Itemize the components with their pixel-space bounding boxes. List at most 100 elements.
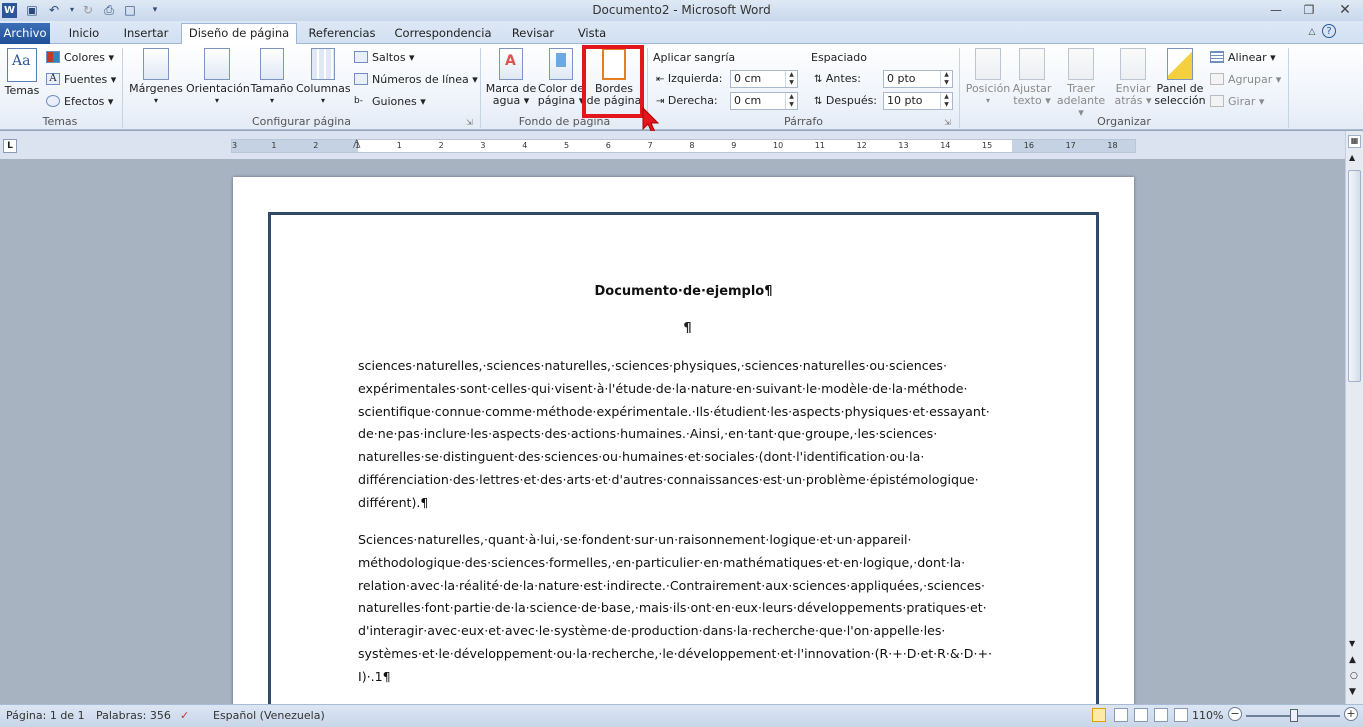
tab-inicio[interactable]: Inicio: [60, 24, 108, 44]
effects-button[interactable]: Efectos ▾: [46, 93, 113, 111]
document-title[interactable]: Documento·de·ejemplo¶: [233, 284, 1134, 299]
align-button[interactable]: Alinear ▾: [1210, 49, 1276, 67]
line-numbers-button[interactable]: Números de línea ▾: [354, 71, 478, 89]
size-icon: [260, 48, 284, 80]
tab-insertar[interactable]: Insertar: [118, 24, 174, 44]
align-icon: [1210, 51, 1224, 63]
minimize-icon[interactable]: —: [1264, 2, 1288, 18]
spacing-after-input[interactable]: 10 pto ▲ ▼: [883, 92, 953, 110]
empty-paragraph[interactable]: ¶: [233, 321, 1142, 336]
spacing-heading: Espaciado: [811, 51, 867, 64]
indent-left-input[interactable]: 0 cm ▲ ▼: [730, 70, 798, 88]
paragraph-2[interactable]: Sciences·naturelles,·quant·à·lui,·se·fon…: [358, 529, 1011, 689]
breaks-button[interactable]: Saltos ▾: [354, 49, 415, 67]
indent-left-spinner[interactable]: ▲ ▼: [785, 71, 797, 87]
draft-view-icon[interactable]: [1174, 708, 1188, 722]
full-screen-view-icon[interactable]: [1114, 708, 1128, 722]
previous-page-icon[interactable]: ▲: [1349, 655, 1356, 665]
group-icon: [1210, 73, 1224, 85]
page-color-icon: [549, 48, 573, 80]
paragraph-1[interactable]: sciences·naturelles,·sciences·naturelles…: [358, 355, 1011, 515]
ruler-number: 3: [480, 141, 486, 150]
fonts-label: Fuentes: [64, 73, 108, 86]
page-color-button[interactable]: Color de página ▾: [537, 48, 585, 107]
tab-revisar[interactable]: Revisar: [506, 24, 560, 44]
restore-icon[interactable]: ❐: [1297, 2, 1321, 18]
zoom-out-icon[interactable]: −: [1228, 707, 1242, 721]
tab-selector-icon[interactable]: L: [3, 139, 17, 153]
document-area[interactable]: Documento·de·ejemplo¶ ¶ sciences·naturel…: [0, 159, 1345, 704]
ruler-number: 9: [731, 141, 737, 150]
rotate-button[interactable]: Girar ▾: [1210, 93, 1264, 111]
help-icon[interactable]: ?: [1322, 24, 1336, 38]
hyphenation-button[interactable]: b‐ Guiones ▾: [354, 93, 426, 111]
indent-left-value: 0 cm: [734, 72, 762, 85]
wrap-text-label-2: texto: [1013, 94, 1042, 107]
bring-forward-button[interactable]: Traer adelante ▾: [1053, 48, 1109, 119]
browse-object-icon[interactable]: ○: [1350, 671, 1358, 681]
selection-pane-button[interactable]: Panel de selección: [1154, 48, 1206, 107]
spacing-after-spinner[interactable]: ▲ ▼: [940, 93, 952, 109]
language-indicator[interactable]: Español (Venezuela): [213, 709, 325, 722]
tab-referencias[interactable]: Referencias: [304, 24, 380, 44]
scrollbar-thumb[interactable]: [1348, 170, 1361, 382]
horizontal-ruler[interactable]: 3 1 2 1 1 2 3 4 5 6 7 8 9 10 11 12 13 14 15 16 17 18 ⋀: [231, 139, 1136, 153]
tab-correspondencia[interactable]: Correspondencia: [390, 24, 496, 44]
breaks-icon: [354, 51, 368, 63]
ruler-number: 14: [940, 141, 951, 150]
page-count[interactable]: Página: 1 de 1: [6, 709, 85, 722]
send-backward-button[interactable]: Enviar atrás ▾: [1110, 48, 1156, 107]
zoom-in-icon[interactable]: +: [1344, 707, 1358, 721]
indent-right-spinner[interactable]: ▲ ▼: [785, 93, 797, 109]
scroll-down-icon[interactable]: ▼: [1349, 639, 1355, 648]
margins-icon: [143, 48, 169, 80]
word-count[interactable]: Palabras: 356: [96, 709, 171, 722]
breaks-label: Saltos: [372, 51, 406, 64]
zoom-slider-thumb[interactable]: [1290, 709, 1298, 722]
scroll-up-icon[interactable]: ▲: [1349, 153, 1355, 162]
outline-view-icon[interactable]: [1154, 708, 1168, 722]
orientation-label: Orientación: [186, 82, 250, 95]
position-button[interactable]: Posición ▾: [962, 48, 1014, 107]
watermark-label-2: agua: [492, 94, 521, 107]
size-button[interactable]: Tamaño ▾: [250, 48, 294, 107]
indent-left-text: Izquierda:: [667, 72, 723, 85]
colors-button[interactable]: Colores ▾: [46, 49, 114, 67]
tab-archivo[interactable]: Archivo: [0, 23, 50, 44]
themes-button[interactable]: Aa Temas: [4, 48, 40, 97]
watermark-button[interactable]: A Marca de agua ▾: [485, 48, 537, 107]
title-bar: W ▣ ↶ ▾ ↻ ⎙ □ ▾ Documento2 - Microsoft W…: [0, 0, 1363, 21]
web-layout-view-icon[interactable]: [1134, 708, 1148, 722]
indent-right-input[interactable]: 0 cm ▲ ▼: [730, 92, 798, 110]
page-setup-launcher-icon[interactable]: ⇲: [466, 118, 473, 127]
tab-diseno-de-pagina[interactable]: Diseño de página: [181, 23, 297, 44]
spacing-after-value: 10 pto: [887, 94, 923, 107]
spacing-before-input[interactable]: 0 pto ▲ ▼: [883, 70, 953, 88]
bring-forward-label-2: adelante: [1056, 94, 1106, 107]
document-page[interactable]: Documento·de·ejemplo¶ ¶ sciences·naturel…: [233, 177, 1134, 704]
zoom-level[interactable]: 110%: [1192, 709, 1223, 722]
columns-button[interactable]: Columnas ▾: [296, 48, 351, 107]
ruler-number: 7: [647, 141, 653, 150]
orientation-button[interactable]: Orientación ▾: [186, 48, 250, 107]
wrap-text-button[interactable]: Ajustar texto ▾: [1012, 48, 1052, 107]
close-icon[interactable]: ✕: [1333, 2, 1357, 18]
spacing-before-label: ⇅ Antes:: [814, 70, 861, 88]
minimize-ribbon-icon[interactable]: △: [1300, 24, 1324, 40]
group-button[interactable]: Agrupar ▾: [1210, 71, 1281, 89]
paragraph-launcher-icon[interactable]: ⇲: [944, 118, 951, 127]
fonts-button[interactable]: A Fuentes ▾: [46, 71, 116, 89]
print-layout-view-icon[interactable]: [1092, 708, 1106, 722]
ruler-toggle-icon[interactable]: ▦: [1348, 135, 1361, 148]
tab-vista[interactable]: Vista: [570, 24, 614, 44]
proofing-icon[interactable]: ✓: [180, 709, 189, 722]
margins-button[interactable]: Márgenes ▾: [128, 48, 184, 107]
vertical-scrollbar[interactable]: ▦ ▲ ▼ ▲ ○ ▼: [1345, 131, 1363, 704]
rotate-icon: [1210, 95, 1224, 107]
orientation-icon: [204, 48, 230, 80]
ruler-number: 6: [605, 141, 611, 150]
spacing-before-spinner[interactable]: ▲ ▼: [940, 71, 952, 87]
page-color-label-2: página: [537, 94, 576, 107]
indent-marker-icon[interactable]: ⋀: [353, 139, 360, 149]
next-page-icon[interactable]: ▼: [1349, 687, 1356, 697]
